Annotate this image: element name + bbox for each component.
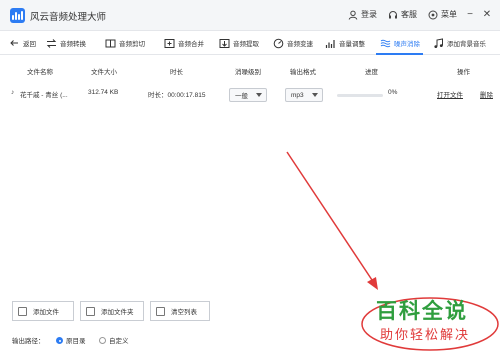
add-folder-label: 添加文件夹 (101, 309, 134, 316)
clear-list-label: 清空列表 (171, 309, 197, 316)
add-file-label: 添加文件 (33, 309, 59, 316)
clear-list-button[interactable]: 清空列表 (150, 301, 210, 321)
add-file-button[interactable]: 添加文件 (12, 301, 74, 321)
radio-original-label: 原目录 (66, 338, 86, 345)
watermark-title: 百科全说 (376, 299, 468, 323)
watermark-subtitle: 助你轻松解决 (380, 328, 471, 343)
add-folder-button[interactable]: 添加文件夹 (80, 301, 144, 321)
add-file-icon (18, 306, 27, 316)
output-path-label: 输出路径： (12, 338, 45, 345)
radio-custom-label: 自定义 (109, 338, 129, 345)
folder-icon (86, 306, 95, 316)
radio-unchecked-icon (99, 336, 106, 344)
trash-icon (156, 306, 165, 316)
radio-original-dir[interactable]: 原目录 (56, 335, 86, 345)
radio-custom-dir[interactable]: 自定义 (99, 335, 129, 345)
radio-checked-icon (56, 336, 63, 344)
watermark: 百科全说 助你轻松解决 (354, 292, 500, 354)
